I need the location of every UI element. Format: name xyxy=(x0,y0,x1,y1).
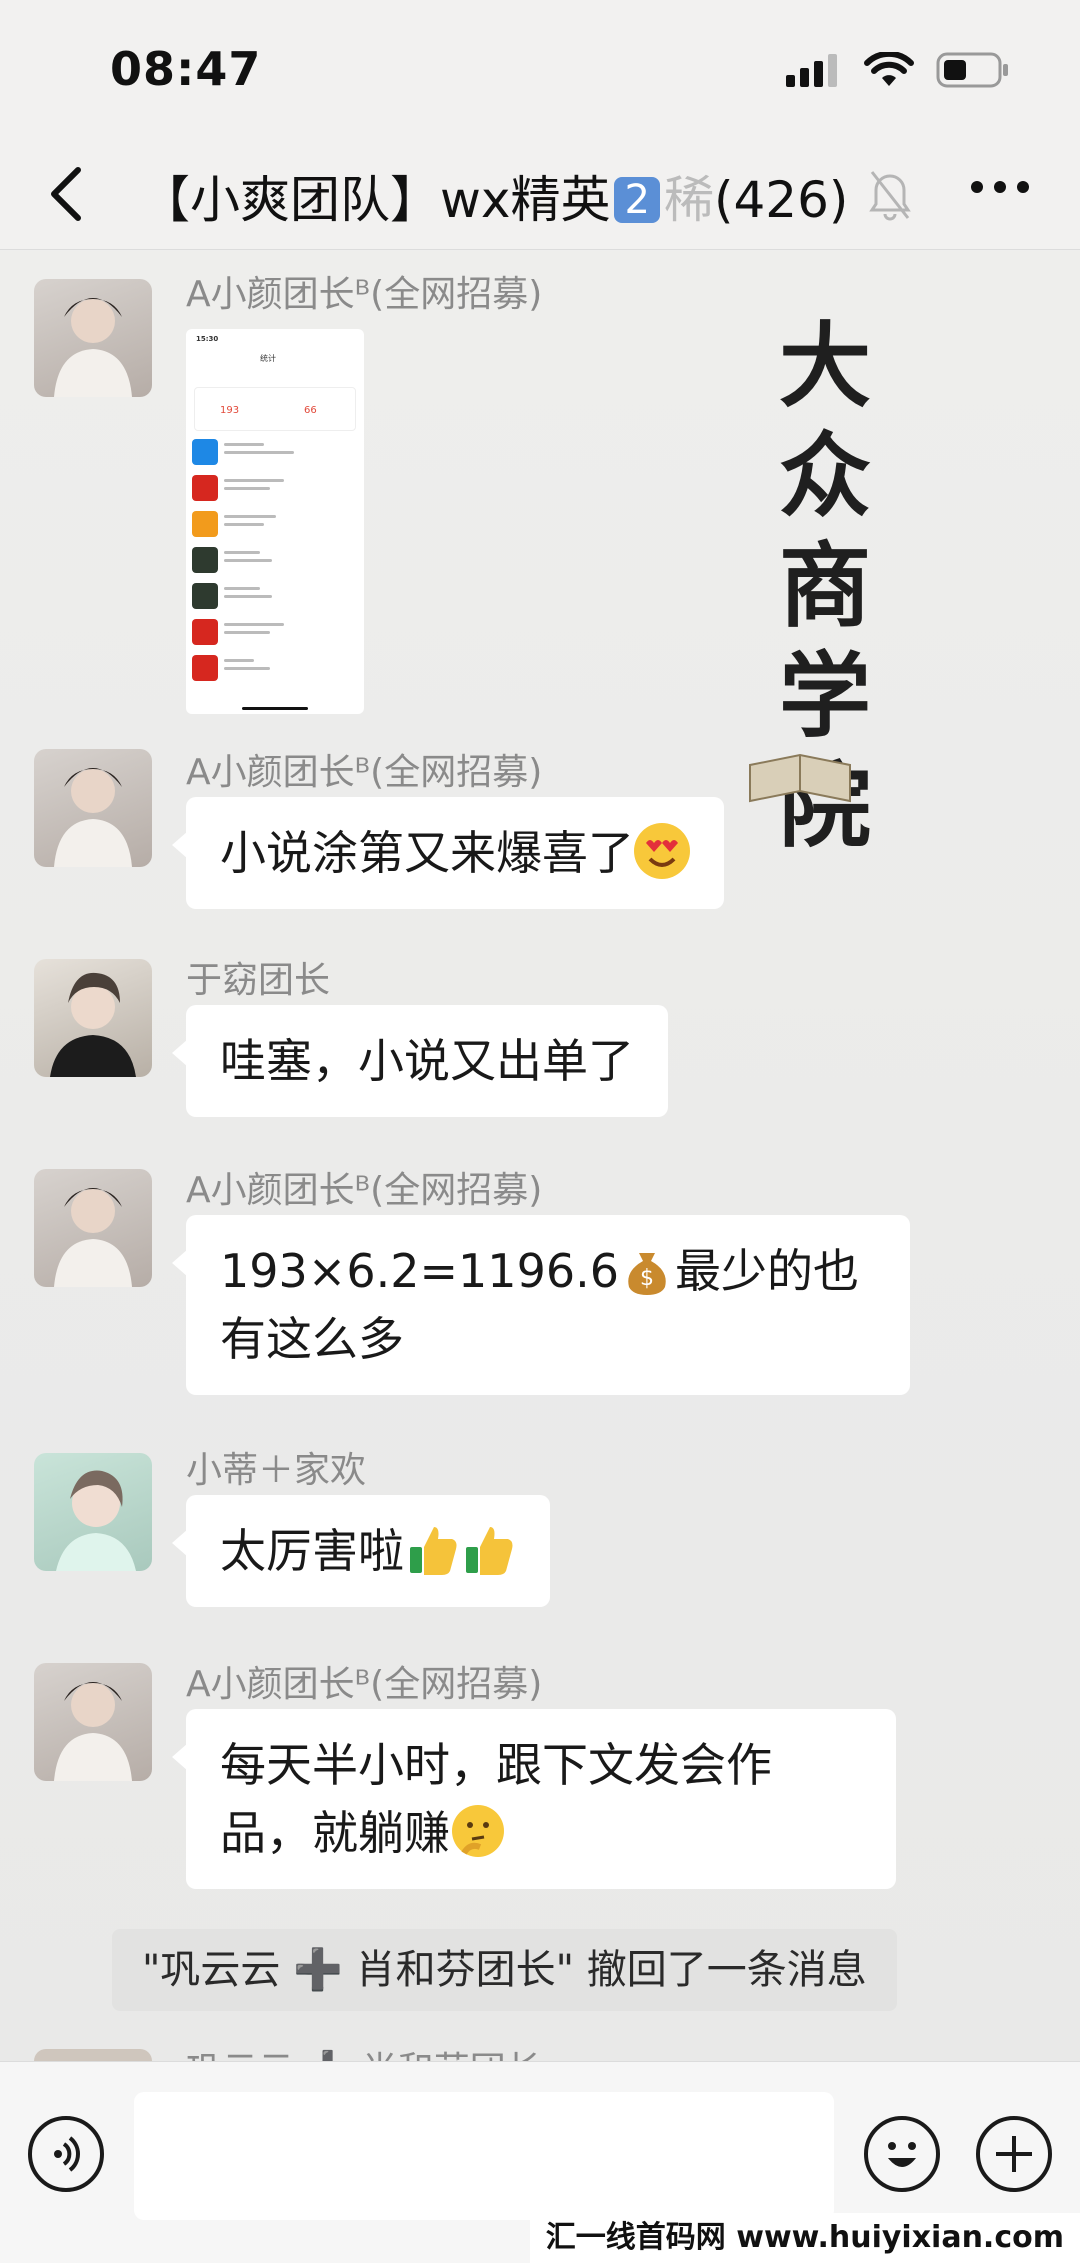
message-item: 于窈团长 哇塞，小说又出单了 xyxy=(0,951,1080,1117)
battery-icon xyxy=(936,52,1008,88)
voice-icon[interactable] xyxy=(28,2116,104,2192)
text-bubble[interactable]: 太厉害啦 xyxy=(172,1495,550,1607)
message-list[interactable]: 大 众 商 学 院 A小颜团长ᴮ(全网招募) 15:30 统计 193 66 A… xyxy=(0,251,1080,2061)
plus-icon[interactable] xyxy=(976,2116,1052,2192)
message-text: 有这么多 xyxy=(220,1312,404,1366)
sender-name: A小颜团长ᴮ(全网招募) xyxy=(186,1170,543,1211)
sender-name: A小颜团长ᴮ(全网招募) xyxy=(186,274,543,315)
text-bubble[interactable]: 193×6.2=1196.6 $ 最少的也 有这么多 xyxy=(172,1215,910,1395)
avatar-photo xyxy=(54,768,132,867)
screenshot-title: 统计 xyxy=(260,354,276,363)
message-text: 太厉害啦 xyxy=(220,1524,404,1578)
message-item: A小颜团长ᴮ(全网招募) 193×6.2=1196.6 $ 最少的也 有这么多 xyxy=(0,1161,1080,1395)
text-bubble[interactable]: 哇塞，小说又出单了 xyxy=(172,1005,668,1117)
screenshot-row xyxy=(192,545,358,573)
message-text: 小说涂第又来爆喜了 xyxy=(220,826,634,880)
status-icons xyxy=(784,52,1010,88)
message-item: A小颜团长ᴮ(全网招募) 小说涂第又来爆喜了 xyxy=(0,743,1080,909)
avatar-photo xyxy=(50,972,136,1077)
text-bubble[interactable]: 每天半小时，跟下文发会作 品，就躺赚 xyxy=(172,1709,896,1889)
message-line: 品，就躺赚 xyxy=(220,1799,862,1867)
screenshot-stat-a: 193 xyxy=(220,405,240,416)
nav-bar: 【小爽团队】wx精英 2 稀(426) xyxy=(0,140,1080,250)
sender-name: 于窈团长 xyxy=(186,960,331,1001)
chat-screen: 08:47 【小爽团队】wx精英 2 稀(426) 大 众 商 学 院 A小颜团… xyxy=(0,0,1080,2263)
svg-text:$: $ xyxy=(640,1266,654,1291)
message-input[interactable] xyxy=(134,2092,834,2220)
screenshot-stat-b: 66 xyxy=(304,405,317,416)
status-bar: 08:47 xyxy=(0,0,1080,140)
message-text: 哇塞，小说又出单了 xyxy=(220,1034,634,1088)
image-message[interactable]: 15:30 统计 193 66 xyxy=(186,329,364,714)
avatar[interactable] xyxy=(34,1169,152,1287)
bell-off-icon xyxy=(869,171,911,221)
message-line: 193×6.2=1196.6 $ 最少的也 xyxy=(220,1237,876,1305)
status-time: 08:47 xyxy=(110,42,262,96)
avatar-photo xyxy=(54,1188,132,1287)
recall-notice: "巩云云 ➕ 肖和芬团长" 撤回了一条消息 xyxy=(112,1929,897,2011)
message-text: 每天半小时，跟下文发会作 xyxy=(220,1738,772,1792)
member-count: (426) xyxy=(713,171,849,229)
avatar[interactable] xyxy=(34,1453,152,1571)
screenshot-row xyxy=(192,437,358,465)
screenshot-row xyxy=(192,581,358,609)
chevron-left-icon[interactable] xyxy=(38,162,98,226)
avatar[interactable] xyxy=(34,959,152,1077)
sender-name: A小颜团长ᴮ(全网招募) xyxy=(186,1664,543,1705)
message-text: 193×6.2=1196.6 xyxy=(220,1244,619,1298)
screenshot-row xyxy=(192,509,358,537)
screenshot-card xyxy=(194,387,356,431)
screenshot-row xyxy=(192,653,358,681)
message-item: 巩云云 ➕ 肖和芬团长 xyxy=(0,2037,1080,2061)
avatar[interactable] xyxy=(34,749,152,867)
message-text: 最少的也 xyxy=(675,1244,859,1298)
avatar[interactable] xyxy=(34,2049,152,2061)
screenshot-time: 15:30 xyxy=(196,335,219,343)
title-text: 【小爽团队】wx精英 xyxy=(140,171,611,229)
chat-title[interactable]: 【小爽团队】wx精英 2 稀(426) xyxy=(140,160,920,232)
wifi-icon xyxy=(864,52,914,86)
site-watermark: 汇一线首码网 www.huiyixian.com xyxy=(529,2213,1080,2263)
title-badge: 2 xyxy=(614,177,660,223)
thinking-emoji xyxy=(450,1803,506,1859)
sender-name: 小蒂＋家欢 xyxy=(186,1450,367,1491)
screenshot-row xyxy=(192,617,358,645)
avatar[interactable] xyxy=(34,279,152,397)
heart-eyes-emoji xyxy=(634,823,690,879)
message-item: 小蒂＋家欢 太厉害啦 xyxy=(0,1441,1080,1607)
thumbs-up-emoji xyxy=(404,1521,460,1577)
thumbs-up-emoji xyxy=(460,1521,516,1577)
message-text: 品，就躺赚 xyxy=(220,1806,450,1860)
avatar-photo xyxy=(54,298,132,397)
screenshot-row xyxy=(192,473,358,501)
message-item: A小颜团长ᴮ(全网招募) 15:30 统计 193 66 xyxy=(0,265,1080,735)
signal-icon xyxy=(786,54,837,87)
title-cut: 稀 xyxy=(663,171,714,229)
smile-icon[interactable] xyxy=(864,2116,940,2192)
money-bag-emoji: $ xyxy=(619,1241,675,1297)
avatar[interactable] xyxy=(34,1663,152,1781)
sender-name: 巩云云 ➕ 肖和芬团长 xyxy=(186,2041,542,2061)
home-indicator xyxy=(242,707,308,710)
more-icon[interactable] xyxy=(970,180,1030,194)
message-item: A小颜团长ᴮ(全网招募) 每天半小时，跟下文发会作 品，就躺赚 xyxy=(0,1655,1080,1889)
avatar-photo xyxy=(56,1470,136,1571)
sender-name: A小颜团长ᴮ(全网招募) xyxy=(186,752,543,793)
avatar-photo xyxy=(54,1682,132,1781)
text-bubble[interactable]: 小说涂第又来爆喜了 xyxy=(172,797,724,909)
